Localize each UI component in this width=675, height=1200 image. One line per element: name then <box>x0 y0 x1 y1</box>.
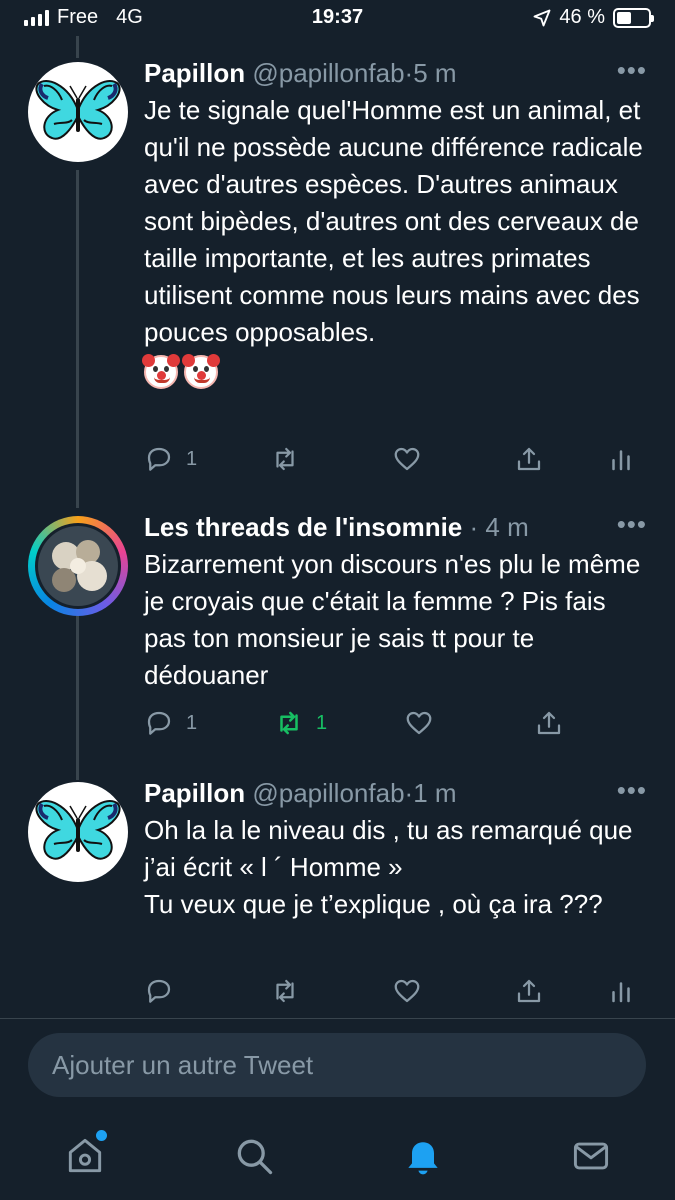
reply-icon <box>147 711 171 735</box>
tab-messages[interactable] <box>569 1134 613 1178</box>
clown-face-emoji <box>182 354 220 389</box>
status-right: 46 % <box>533 6 654 29</box>
heart-icon <box>394 979 420 1003</box>
analytics-icon <box>612 982 630 1003</box>
messages-envelope-icon <box>573 1142 609 1170</box>
display-name[interactable]: Les threads de l'insomnie <box>144 512 462 542</box>
battery-icon <box>613 7 654 28</box>
reply-button[interactable]: 1 <box>144 444 197 474</box>
reply-button[interactable]: 1 <box>144 708 197 738</box>
tweet-actions <box>144 976 651 1012</box>
tweet-actions: 1 1 <box>144 708 651 744</box>
tweet[interactable]: Papillon @papillonfab·5 m ••• Je te sign… <box>0 57 675 498</box>
share-icon <box>517 979 541 1003</box>
cloudy-sky-avatar-icon <box>35 523 121 609</box>
like-button[interactable] <box>404 708 434 738</box>
tweet-text: Oh la la le niveau dis , tu as remarqué … <box>144 815 633 919</box>
clown-face-emoji <box>142 354 180 389</box>
emoji-row <box>142 354 647 389</box>
separator-dot: · <box>404 58 414 88</box>
tab-home[interactable] <box>63 1130 107 1178</box>
separator-dot: · <box>469 512 486 542</box>
display-name[interactable]: Papillon <box>144 58 245 88</box>
separator-dot: · <box>404 778 414 808</box>
thread-connector <box>76 36 79 58</box>
share-icon <box>517 447 541 471</box>
reply-icon <box>147 979 171 1003</box>
share-button[interactable] <box>514 444 544 474</box>
retweet-count: 1 <box>316 711 328 734</box>
analytics-icon <box>612 450 630 471</box>
display-name[interactable]: Papillon <box>144 778 245 808</box>
retweet-icon <box>276 447 294 471</box>
battery-percent: 46 % <box>559 6 605 28</box>
tab-notifications[interactable] <box>401 1134 445 1178</box>
retweet-button[interactable] <box>270 976 300 1006</box>
like-button[interactable] <box>392 444 422 474</box>
tweet-time[interactable]: 1 m <box>413 778 456 808</box>
tweet-header: Papillon @papillonfab·5 m <box>144 58 647 88</box>
user-handle[interactable]: @papillonfab <box>252 778 404 808</box>
retweet-button[interactable]: 1 <box>274 708 327 738</box>
tab-search[interactable] <box>232 1134 276 1178</box>
more-options-icon[interactable]: ••• <box>617 777 647 803</box>
add-tweet-input[interactable]: Ajouter un autre Tweet <box>28 1033 646 1097</box>
reply-button[interactable] <box>144 976 174 1006</box>
butterfly-avatar-icon <box>35 800 121 860</box>
tweet-header: Les threads de l'insomnie · 4 m <box>144 512 647 542</box>
avatar[interactable] <box>28 782 128 882</box>
search-icon <box>237 1139 273 1175</box>
notifications-bell-icon <box>408 1142 438 1175</box>
reply-count: 1 <box>186 447 198 470</box>
avatar[interactable] <box>28 516 128 616</box>
reply-icon <box>147 447 171 471</box>
analytics-button[interactable] <box>606 976 636 1006</box>
tweet-header: Papillon @papillonfab·1 m <box>144 778 647 808</box>
tweet[interactable]: Papillon @papillonfab·1 m ••• Oh la la l… <box>0 777 675 1014</box>
retweet-icon <box>276 979 294 1003</box>
location-arrow-icon <box>533 9 551 26</box>
tweet-time[interactable]: 5 m <box>413 58 456 88</box>
share-button[interactable] <box>534 708 564 738</box>
user-handle[interactable]: @papillonfab <box>252 58 404 88</box>
like-button[interactable] <box>392 976 422 1006</box>
share-button[interactable] <box>514 976 544 1006</box>
tweet-text: Bizarrement yon discours n'es plu le mêm… <box>144 549 641 690</box>
retweet-button[interactable] <box>270 444 300 474</box>
retweet-icon <box>280 711 298 735</box>
analytics-button[interactable] <box>606 444 636 474</box>
reply-count: 1 <box>186 711 198 734</box>
butterfly-avatar-icon <box>35 80 121 140</box>
share-icon <box>537 711 561 735</box>
tab-bar <box>0 1112 675 1200</box>
avatar[interactable] <box>28 62 128 162</box>
tweet-time[interactable]: 4 m <box>485 512 528 542</box>
more-options-icon[interactable]: ••• <box>617 57 647 83</box>
heart-icon <box>394 447 420 471</box>
more-options-icon[interactable]: ••• <box>617 511 647 537</box>
tweet[interactable]: Les threads de l'insomnie · 4 m ••• Biza… <box>0 510 675 760</box>
compose-divider <box>0 1018 675 1019</box>
notification-dot <box>96 1130 107 1141</box>
heart-icon <box>406 711 432 735</box>
add-tweet-placeholder: Ajouter un autre Tweet <box>52 1050 314 1080</box>
status-bar: Free 4G 19:37 46 % <box>0 0 675 38</box>
tweet-actions: 1 <box>144 444 651 480</box>
tweet-text: Je te signale quel'Homme est un animal, … <box>144 95 643 347</box>
